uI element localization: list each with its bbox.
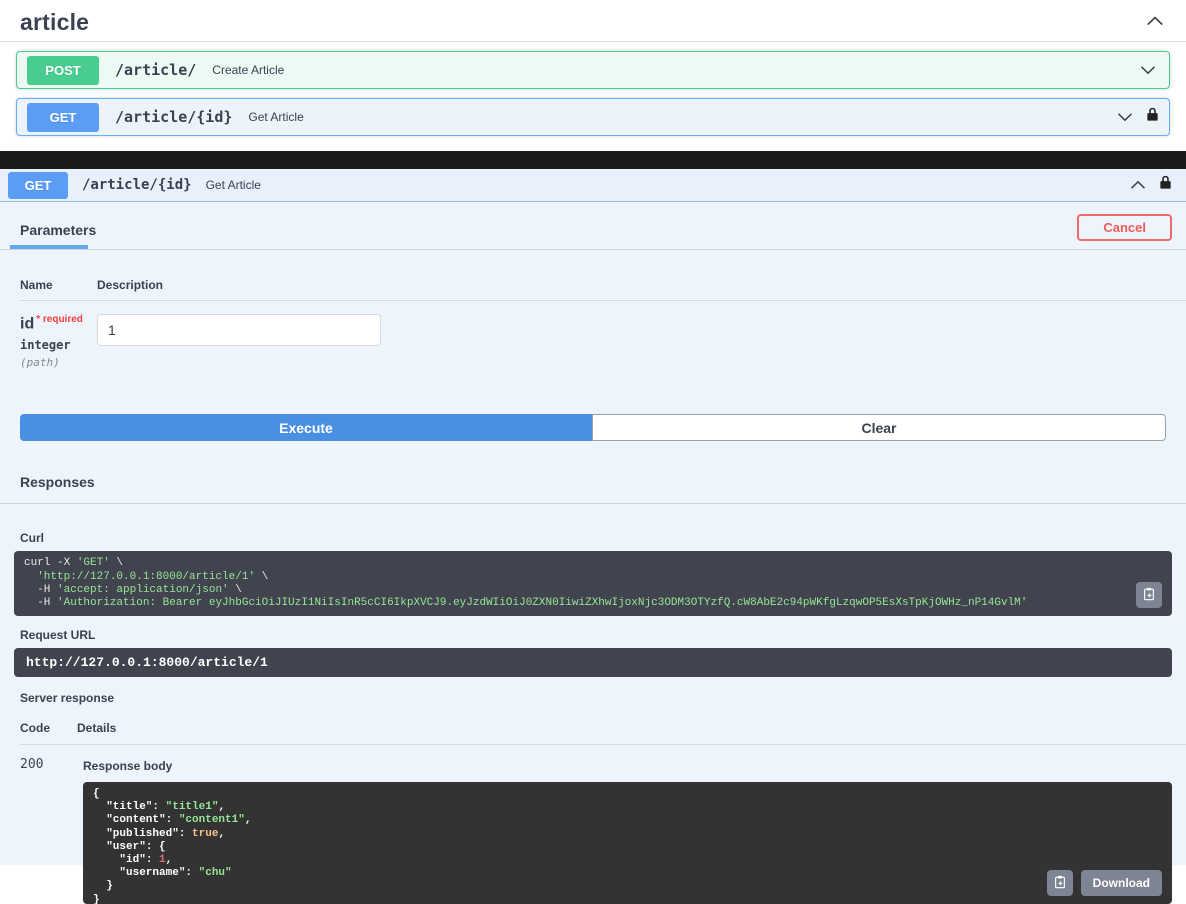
response-table-header: Code Details bbox=[0, 705, 1186, 744]
execute-button[interactable]: Execute bbox=[20, 414, 592, 442]
curl-label: Curl bbox=[20, 531, 44, 546]
method-badge-get[interactable]: GET bbox=[27, 102, 99, 132]
expanded-op-header[interactable]: GET /article/{id} Get Article bbox=[0, 169, 1186, 202]
response-body-label: Response body bbox=[83, 759, 173, 774]
copy-curl-button[interactable] bbox=[1136, 582, 1162, 609]
response-line: "published": true, bbox=[106, 827, 226, 840]
parameter-description-cell bbox=[97, 314, 381, 369]
method-badge-get[interactable]: GET bbox=[8, 171, 68, 199]
request-url-label: Request URL bbox=[20, 628, 96, 643]
response-row-200: 200 Response body { "title": "title1", "… bbox=[0, 745, 1186, 904]
parameters-table-header: Name Description bbox=[0, 250, 1186, 300]
clipboard-copy-icon bbox=[1053, 875, 1067, 892]
execute-button-group: Execute Clear bbox=[20, 414, 1166, 442]
parameters-tab-label[interactable]: Parameters bbox=[20, 220, 96, 245]
tag-title: article bbox=[20, 9, 90, 35]
parameters-tab-row: Parameters Cancel bbox=[0, 202, 1186, 250]
response-line: "content": "content1", bbox=[106, 814, 252, 827]
collapse-tag-button[interactable] bbox=[1144, 12, 1166, 34]
op-path: /article/{id} bbox=[115, 108, 233, 126]
parameter-name: id bbox=[20, 315, 35, 333]
parameter-meta: id * required integer (path) bbox=[20, 314, 97, 369]
download-button[interactable]: Download bbox=[1080, 870, 1162, 897]
response-line: "username": "chu" bbox=[119, 867, 232, 880]
copy-response-button[interactable] bbox=[1046, 870, 1073, 897]
status-code: 200 bbox=[20, 757, 44, 773]
response-line: } bbox=[93, 893, 100, 904]
opblock-post-create-article[interactable]: POST /article/ Create Article bbox=[16, 51, 1170, 89]
response-actions: Download bbox=[1046, 870, 1162, 897]
request-url-value: http://127.0.0.1:8000/article/1 bbox=[26, 655, 268, 671]
op-summary: Get Article bbox=[205, 178, 261, 192]
curl-command-block: curl -X 'GET' \ 'http://127.0.0.1:8000/a… bbox=[14, 551, 1172, 617]
lock-icon[interactable] bbox=[1159, 175, 1172, 195]
parameter-row-id: id * required integer (path) bbox=[0, 301, 1186, 369]
response-line: "user": { bbox=[106, 840, 166, 853]
curl-line: 'http://127.0.0.1:8000/article/1' \ bbox=[37, 570, 269, 583]
cancel-button[interactable]: Cancel bbox=[1077, 214, 1172, 241]
required-marker: * required bbox=[36, 314, 83, 325]
chevron-down-icon[interactable] bbox=[1137, 59, 1159, 81]
curl-line: -H 'Authorization: Bearer eyJhbGciOiJIUz… bbox=[24, 596, 1028, 609]
request-url-block: http://127.0.0.1:8000/article/1 bbox=[14, 648, 1172, 678]
method-badge-post[interactable]: POST bbox=[27, 55, 99, 85]
clear-button[interactable]: Clear bbox=[592, 414, 1166, 442]
chevron-up-icon[interactable] bbox=[1127, 174, 1149, 196]
response-line: } bbox=[93, 880, 113, 893]
op-summary: Get Article bbox=[248, 110, 304, 124]
curl-line: curl -X 'GET' \ bbox=[24, 557, 124, 570]
details-column-header: Details bbox=[77, 721, 117, 736]
active-tab-underline bbox=[10, 245, 88, 249]
tab-parameters[interactable]: Parameters bbox=[10, 220, 96, 249]
id-parameter-input[interactable] bbox=[97, 314, 381, 346]
op-summary: Create Article bbox=[212, 63, 285, 77]
name-column-header: Name bbox=[20, 278, 53, 292]
tag-section-article: article POST /article/ Create Article GE… bbox=[0, 0, 1186, 136]
parameter-type: integer bbox=[20, 338, 71, 353]
chevron-up-icon bbox=[1145, 11, 1165, 34]
dark-divider-bar bbox=[0, 151, 1186, 169]
op-path: /article/{id} bbox=[82, 177, 192, 193]
parameter-location: (path) bbox=[20, 356, 60, 370]
lock-icon[interactable] bbox=[1146, 107, 1159, 127]
clipboard-copy-icon bbox=[1142, 587, 1156, 604]
chevron-down-icon[interactable] bbox=[1114, 106, 1136, 128]
response-line: { bbox=[93, 788, 100, 801]
expanded-operation-get-article: GET /article/{id} Get Article Parameters… bbox=[0, 169, 1186, 904]
tag-header-article[interactable]: article bbox=[0, 4, 1186, 42]
server-response-label: Server response bbox=[20, 691, 115, 706]
curl-line: -H 'accept: application/json' \ bbox=[24, 583, 242, 596]
opblock-get-article[interactable]: GET /article/{id} Get Article bbox=[16, 98, 1170, 136]
code-column-header: Code bbox=[20, 721, 50, 736]
description-column-header: Description bbox=[97, 278, 164, 292]
responses-section-title: Responses bbox=[0, 474, 1186, 505]
response-body-block: { "title": "title1", "content": "content… bbox=[83, 782, 1172, 904]
op-path: /article/ bbox=[115, 61, 197, 79]
response-details: Response body { "title": "title1", "cont… bbox=[83, 755, 1172, 904]
response-line: "title": "title1", bbox=[106, 801, 226, 814]
response-line: "id": 1, bbox=[119, 854, 173, 867]
